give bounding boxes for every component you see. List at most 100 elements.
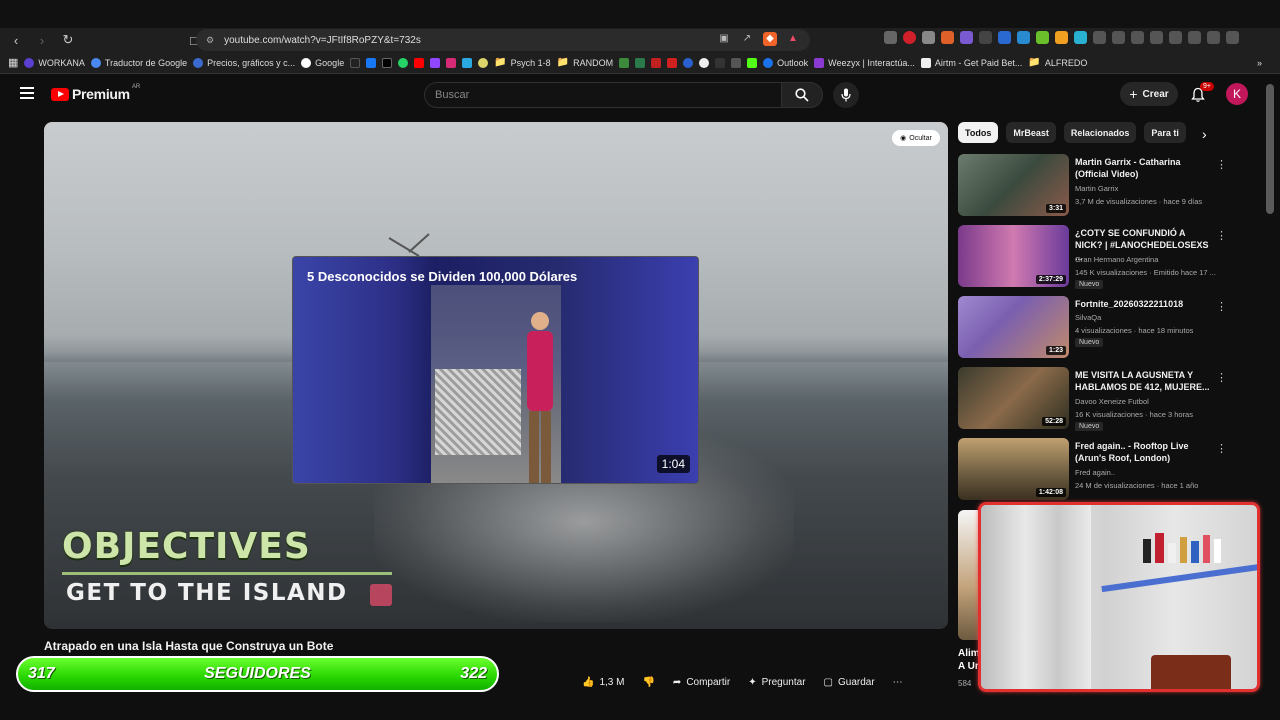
- search-button[interactable]: [781, 82, 823, 108]
- extension-bookmark-icon[interactable]: [667, 57, 678, 68]
- youtube-logo[interactable]: Premium AR: [51, 84, 140, 102]
- brave-rewards-icon[interactable]: ▲: [786, 32, 800, 46]
- more-vertical-icon[interactable]: ⋮: [1216, 158, 1227, 171]
- extension-icon[interactable]: [960, 31, 973, 44]
- more-bookmarks-icon[interactable]: »: [1257, 58, 1262, 68]
- bookmark-alfredo[interactable]: 📁 ALFREDO: [1028, 57, 1087, 68]
- chip-all[interactable]: Todos: [958, 122, 999, 143]
- ai-icon[interactable]: [1188, 31, 1201, 44]
- facebook-icon[interactable]: [366, 57, 377, 68]
- extension-icon[interactable]: [979, 31, 992, 44]
- wallet-icon[interactable]: [1169, 31, 1182, 44]
- rec-channel[interactable]: Gran Hermano Argentina: [1075, 255, 1225, 264]
- bookmark-workana[interactable]: WORKANA: [24, 57, 85, 68]
- menu-icon[interactable]: [1226, 31, 1239, 44]
- puzzle-icon[interactable]: [1093, 31, 1106, 44]
- extension-bookmark-icon[interactable]: [478, 57, 489, 68]
- rec-channel[interactable]: SilvaQa: [1075, 313, 1225, 322]
- extension-icon[interactable]: [1074, 31, 1087, 44]
- site-info-icon[interactable]: ⚙: [206, 35, 214, 46]
- chip-mrbeast[interactable]: MrBeast: [1006, 122, 1056, 143]
- rec-channel[interactable]: Martin Garrix: [1075, 184, 1225, 193]
- apps-icon[interactable]: ▦: [8, 56, 18, 69]
- share-button[interactable]: ➦ Compartir: [669, 674, 734, 691]
- extension-icon[interactable]: [1055, 31, 1068, 44]
- list-item[interactable]: 1:23 Fortnite_20260322211018 SilvaQa 4 v…: [958, 296, 1228, 365]
- reload-icon[interactable]: ↻: [58, 30, 78, 50]
- avatar[interactable]: K: [1226, 83, 1248, 105]
- page-scrollbar[interactable]: [1266, 84, 1274, 214]
- share-icon[interactable]: ↗: [740, 32, 754, 46]
- extension-bookmark-icon[interactable]: [683, 57, 694, 68]
- instagram-icon[interactable]: [446, 57, 457, 68]
- more-actions-button[interactable]: ⋯: [889, 674, 907, 691]
- voice-search-button[interactable]: [833, 82, 859, 108]
- list-item[interactable]: 2:37:29 ¿COTY SE CONFUNDIÓ A NICK? | #LA…: [958, 225, 1228, 294]
- extension-bookmark-icon[interactable]: [715, 57, 726, 68]
- whatsapp-icon[interactable]: [398, 57, 409, 68]
- sidebar-icon[interactable]: [1150, 31, 1163, 44]
- chevron-right-icon[interactable]: ›: [1202, 126, 1207, 142]
- save-button[interactable]: ▢ Guardar: [820, 674, 879, 691]
- dislike-button[interactable]: 👎: [638, 674, 658, 691]
- youtube-icon[interactable]: [414, 57, 425, 68]
- video-thumbnail[interactable]: 2:37:29: [958, 225, 1069, 287]
- brave-shield-icon[interactable]: ◆: [763, 32, 777, 46]
- search-input[interactable]: Buscar: [424, 82, 782, 108]
- tiktok-icon[interactable]: [350, 57, 361, 68]
- more-vertical-icon[interactable]: ⋮: [1216, 300, 1227, 313]
- back-icon[interactable]: ‹: [6, 30, 26, 50]
- forward-icon[interactable]: ›: [32, 30, 52, 50]
- extension-icon[interactable]: [1036, 31, 1049, 44]
- bookmark-weezyx[interactable]: Weezyx | Interactúa...: [814, 57, 915, 68]
- extension-bookmark-icon[interactable]: [651, 57, 662, 68]
- bookmark-airtm[interactable]: Airtm - Get Paid Bet...: [920, 57, 1022, 68]
- chip-related[interactable]: Relacionados: [1063, 122, 1137, 143]
- rec-title[interactable]: Fred again.. - Rooftop Live (Arun's Roof…: [1075, 440, 1210, 464]
- extension-icon[interactable]: [1112, 31, 1125, 44]
- bookmark-translate[interactable]: Traductor de Google: [90, 57, 187, 68]
- more-vertical-icon[interactable]: ⋮: [1216, 229, 1227, 242]
- twitch-icon[interactable]: [430, 57, 441, 68]
- video-thumbnail[interactable]: 3:31: [958, 154, 1069, 216]
- menu-icon[interactable]: [20, 87, 34, 99]
- x-icon[interactable]: [382, 57, 393, 68]
- video-thumbnail[interactable]: 52:28: [958, 367, 1069, 429]
- more-vertical-icon[interactable]: ⋮: [1216, 442, 1227, 455]
- rec-title[interactable]: ME VISITA LA AGUSNETA Y HABLAMOS DE 412,…: [1075, 369, 1210, 393]
- more-vertical-icon[interactable]: ⋮: [1216, 371, 1227, 384]
- kick-icon[interactable]: [747, 57, 758, 68]
- bookmark-google[interactable]: Google: [301, 57, 344, 68]
- rec-channel[interactable]: Fred again..: [1075, 468, 1225, 477]
- extension-icon[interactable]: [1131, 31, 1144, 44]
- list-item[interactable]: 52:28 ME VISITA LA AGUSNETA Y HABLAMOS D…: [958, 367, 1228, 436]
- extension-bookmark-icon[interactable]: [699, 57, 710, 68]
- vpn-icon[interactable]: [1207, 31, 1220, 44]
- extension-bookmark-icon[interactable]: [462, 57, 473, 68]
- list-item[interactable]: 1:42:08 Fred again.. - Rooftop Live (Aru…: [958, 438, 1228, 507]
- extension-icon[interactable]: [922, 31, 935, 44]
- extension-icon[interactable]: [903, 31, 916, 44]
- bookmark-random[interactable]: 📁 RANDOM: [557, 57, 613, 68]
- extension-icon[interactable]: [1017, 31, 1030, 44]
- rec-title[interactable]: Fortnite_20260322211018: [1075, 298, 1210, 310]
- extension-bookmark-icon[interactable]: [619, 57, 630, 68]
- list-item[interactable]: 3:31 Martin Garrix - Catharina (Official…: [958, 154, 1228, 223]
- extension-icon[interactable]: [941, 31, 954, 44]
- cast-icon[interactable]: ▣: [717, 32, 731, 46]
- address-bar[interactable]: ⚙ youtube.com/watch?v=JFtIf8RoPZY&t=732s…: [196, 29, 810, 51]
- bookmark-outlook[interactable]: Outlook: [763, 57, 808, 68]
- rec-title-partial[interactable]: Alim A Ur: [958, 647, 980, 673]
- extension-icon[interactable]: [998, 31, 1011, 44]
- rec-channel[interactable]: Davoo Xeneize Futbol: [1075, 397, 1225, 406]
- video-thumbnail[interactable]: 1:23: [958, 296, 1069, 358]
- video-thumbnail[interactable]: 1:42:08: [958, 438, 1069, 500]
- extension-icon[interactable]: [884, 31, 897, 44]
- rec-title[interactable]: Martin Garrix - Catharina (Official Vide…: [1075, 156, 1210, 180]
- extension-bookmark-icon[interactable]: [731, 57, 742, 68]
- extension-bookmark-icon[interactable]: [635, 57, 646, 68]
- hide-overlay-button[interactable]: ◉ Ocultar: [892, 130, 940, 146]
- end-screen-card[interactable]: 5 Desconocidos se Dividen 100,000 Dólare…: [292, 256, 699, 484]
- bookmark-psych[interactable]: 📁 Psych 1-8: [494, 57, 550, 68]
- bookmark-prices[interactable]: Precios, gráficos y c...: [193, 57, 295, 68]
